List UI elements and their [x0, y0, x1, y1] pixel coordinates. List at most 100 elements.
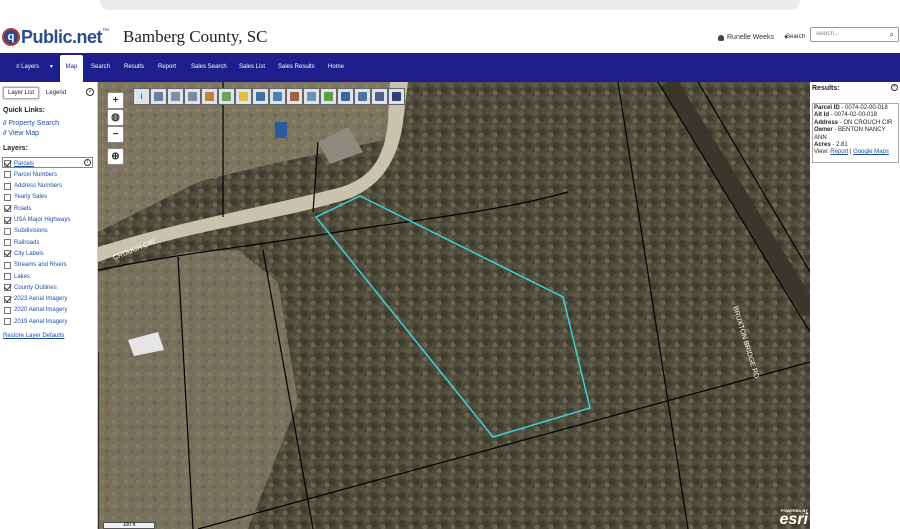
close-icon[interactable]: ×: [891, 84, 898, 91]
layer-sidebar: Layer List Legend × Quick Links: ∂ Prope…: [0, 82, 98, 529]
layers-grid-icon[interactable]: [337, 88, 354, 105]
quick-links-heading: Quick Links:: [3, 107, 46, 114]
nav-sales-search[interactable]: Sales Search: [191, 53, 227, 82]
acres-row: Acres - 2.81: [814, 142, 848, 149]
nav-results[interactable]: Results: [124, 53, 144, 82]
layer-checkbox[interactable]: [4, 250, 11, 258]
tab-legend[interactable]: Legend: [41, 87, 72, 99]
globe-icon[interactable]: ◍: [107, 109, 124, 126]
address-value: ON CROUCH CIR: [843, 119, 893, 126]
layer-item[interactable]: City Labels: [4, 250, 44, 258]
edit-icon[interactable]: [320, 88, 337, 105]
parcel-id-label: Parcel ID: [814, 105, 840, 111]
layer-item[interactable]: Address Numbers: [4, 182, 62, 190]
layer-checkbox[interactable]: [4, 306, 11, 314]
layer-checkbox[interactable]: [4, 227, 11, 235]
search-map-icon[interactable]: [303, 88, 320, 105]
layer-checkbox[interactable]: [4, 273, 11, 280]
layer-item[interactable]: Streams and Rivers: [4, 261, 67, 269]
search-input[interactable]: search... ⌕: [810, 27, 899, 42]
result-card[interactable]: Parcel ID - 0074-02-00-018 Alt Id - 0074…: [812, 103, 899, 163]
nav-search[interactable]: Search: [91, 53, 110, 82]
address-row: Address - ON CROUCH CIR: [814, 119, 893, 126]
chevron-down-icon: ▼: [48, 64, 54, 70]
close-icon[interactable]: ×: [86, 88, 94, 96]
nav-map[interactable]: Map: [60, 55, 83, 82]
nav-sales-list[interactable]: Sales List: [239, 53, 265, 82]
layer-checkbox[interactable]: [4, 171, 11, 179]
layer-label: Yearly Sales: [14, 194, 48, 201]
zoom-in-button[interactable]: +: [107, 92, 124, 109]
alt-id-row: Alt Id - 0074-02-00-018: [814, 112, 878, 119]
user-menu[interactable]: Runelle Weeks ▼: [718, 34, 789, 41]
layer-item[interactable]: Lakes: [4, 273, 30, 280]
search-icon[interactable]: ⌕: [890, 30, 894, 40]
layer-item[interactable]: 2019 Aerial Imagery: [4, 318, 67, 326]
logo-mark: q: [2, 28, 20, 46]
tab-layer-list[interactable]: Layer List: [3, 87, 40, 99]
save-icon[interactable]: [388, 88, 405, 105]
header-search-link[interactable]: Search: [786, 34, 805, 40]
buffer-icon[interactable]: [269, 88, 286, 105]
identify-icon[interactable]: i: [133, 88, 150, 105]
map-view[interactable]: CROUCH CIR BRUXTON BRIDGE RD + ◍ − ⊕ i 1…: [98, 82, 810, 529]
info-icon[interactable]: i: [84, 159, 91, 166]
address-label: Address: [814, 119, 839, 126]
search-placeholder: search...: [816, 31, 840, 37]
logo-tm: ™: [102, 28, 110, 35]
select-icon[interactable]: [150, 88, 167, 105]
results-title: Results:: [812, 85, 840, 92]
main-navbar: ≡ Layers ▼ Map Search Results Report Sal…: [0, 53, 900, 82]
layer-checkbox[interactable]: [4, 205, 11, 213]
draw-icon[interactable]: [201, 88, 218, 105]
layer-item[interactable]: Parcels: [4, 160, 34, 167]
property-search-link[interactable]: ∂ Property Search: [3, 120, 59, 127]
layer-item[interactable]: Yearly Sales: [4, 193, 48, 201]
layer-checkbox[interactable]: [4, 295, 11, 303]
nav-layers[interactable]: ≡ Layers ▼: [16, 53, 54, 82]
print-icon[interactable]: [371, 88, 388, 105]
extent-icon[interactable]: [286, 88, 303, 105]
layer-checkbox[interactable]: [4, 216, 11, 224]
layer-label: 2020 Aerial Imagery: [14, 307, 68, 314]
measure-icon[interactable]: [252, 88, 269, 105]
zoom-out-button[interactable]: −: [107, 126, 124, 143]
google-maps-link[interactable]: Google Maps: [853, 149, 889, 155]
qpublic-logo[interactable]: q Public.net ™: [2, 26, 109, 48]
full-extent-icon[interactable]: [354, 88, 371, 105]
nav-home[interactable]: Home: [328, 53, 344, 82]
layer-checkbox[interactable]: [4, 239, 11, 247]
layer-item[interactable]: Roads: [4, 205, 31, 213]
layer-item[interactable]: Railroads: [4, 239, 39, 247]
nav-report[interactable]: Report: [158, 53, 176, 82]
aerial-map[interactable]: CROUCH CIR BRUXTON BRIDGE RD: [98, 82, 810, 529]
nav-sales-results[interactable]: Sales Results: [278, 53, 315, 82]
map-icon[interactable]: [218, 88, 235, 105]
zoom-select-icon[interactable]: [167, 88, 184, 105]
layer-checkbox[interactable]: [4, 160, 11, 167]
results-panel: Results: × Parcel ID - 0074-02-00-018 Al…: [810, 82, 900, 529]
layer-item[interactable]: USA Major Highways: [4, 216, 70, 224]
pan-icon[interactable]: [184, 88, 201, 105]
report-link[interactable]: Report: [830, 149, 848, 155]
layer-checkbox[interactable]: [4, 261, 11, 269]
layer-item[interactable]: Parcel Numbers: [4, 171, 58, 179]
layer-checkbox[interactable]: [4, 284, 11, 292]
layer-checkbox[interactable]: [4, 193, 11, 201]
nav-layers-label: Layers: [21, 64, 40, 70]
locate-icon[interactable]: ⊕: [107, 148, 124, 165]
layer-checkbox[interactable]: [4, 318, 11, 326]
restore-layer-defaults-link[interactable]: Restore Layer Defaults: [3, 333, 64, 339]
site-header: q Public.net ™ Bamberg County, SC Runell…: [0, 20, 900, 53]
layer-checkbox[interactable]: [4, 182, 11, 190]
layer-item[interactable]: County Outlines: [4, 284, 57, 292]
layer-item[interactable]: 2020 Aerial Imagery: [4, 306, 68, 314]
pin-icon[interactable]: [235, 88, 252, 105]
top-bar-pill: [100, 0, 800, 10]
layer-label: Parcel Numbers: [14, 171, 58, 178]
layer-item[interactable]: Subdivisions: [4, 227, 48, 235]
layer-item[interactable]: 2023 Aerial Imagery: [4, 295, 68, 303]
acres-label: Acres: [814, 142, 831, 149]
view-map-link[interactable]: ∂ View Map: [3, 130, 39, 137]
layer-label: 2023 Aerial Imagery: [14, 296, 68, 303]
